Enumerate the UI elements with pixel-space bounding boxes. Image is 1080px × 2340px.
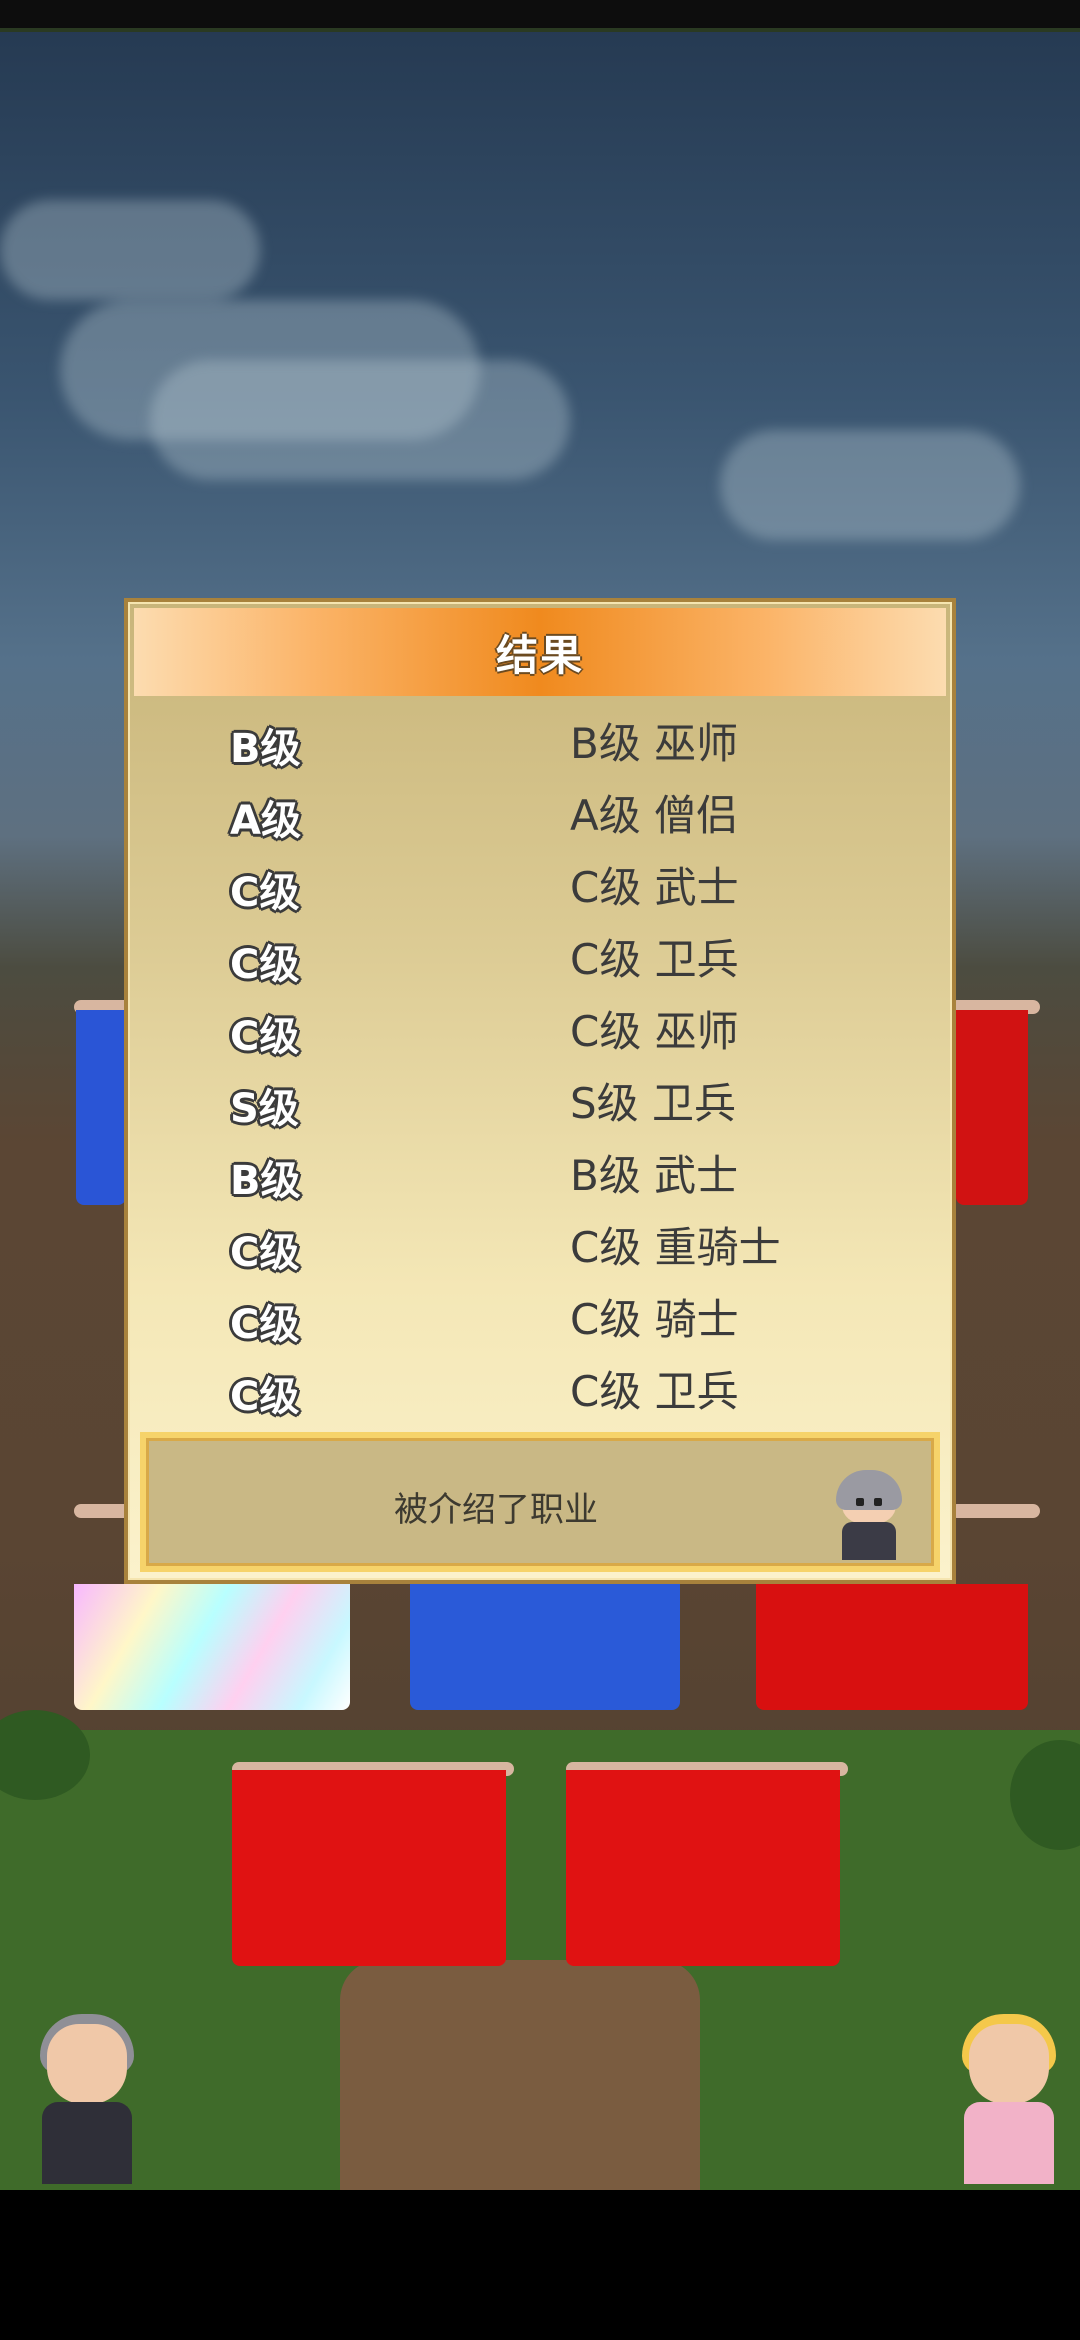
list-item: S级 S级 卫兵 [128,1070,952,1142]
blue-curtain [410,1584,680,1710]
list-item: C级 C级 重骑士 [128,1214,952,1286]
blue-curtain [76,1010,126,1205]
job-result: B级 武士 [570,1151,739,1200]
list-item: C级 C级 骑士 [128,1286,952,1358]
list-item: C级 C级 卫兵 [128,926,952,998]
butler-character [22,2014,152,2184]
cloud [720,430,1020,540]
job-result: C级 卫兵 [570,935,739,984]
grade-badge: C级 [230,1374,300,1420]
job-result: B级 巫师 [570,719,739,768]
grade-badge: C级 [230,1302,300,1348]
list-item: B级 B级 武士 [128,1142,952,1214]
girl-character [944,2014,1074,2184]
dialog-header: 结果 [134,608,946,696]
list-item: C级 C级 巫师 [128,998,952,1070]
list-item: B级 B级 巫师 [128,710,952,782]
list-item: A级 A级 僧侣 [128,782,952,854]
result-dialog: 结果 B级 B级 巫师 A级 A级 僧侣 C级 C级 武士 C级 C级 卫兵 C… [124,598,956,1584]
curtain-rod [950,1504,1040,1518]
message-text: 被介绍了职业 [394,1490,598,1530]
grade-badge: A级 [230,798,301,844]
rainbow-curtain [74,1584,350,1710]
job-result: C级 骑士 [570,1295,739,1344]
list-item: C级 C级 武士 [128,854,952,926]
advisor-avatar [834,1470,904,1560]
job-result: C级 巫师 [570,1007,739,1056]
red-curtain [756,1584,1028,1710]
job-result: C级 重骑士 [570,1223,781,1272]
grade-badge: C级 [230,1014,300,1060]
grade-badge: S级 [230,1086,299,1132]
grade-badge: C级 [230,870,300,916]
grade-badge: C级 [230,1230,300,1276]
job-result: C级 卫兵 [570,1367,739,1416]
job-result: S级 卫兵 [570,1079,737,1128]
grade-badge: C级 [230,942,300,988]
dialog-title: 结果 [495,630,584,680]
grade-badge: B级 [230,726,301,772]
bottom-black-bar [0,2190,1080,2340]
top-bar [0,0,1080,32]
grade-badge: B级 [230,1158,301,1204]
list-item: C级 C级 卫兵 [128,1358,952,1430]
cloud [150,360,570,480]
job-result: C级 武士 [570,863,739,912]
red-curtain [956,1010,1028,1205]
result-list: B级 B级 巫师 A级 A级 僧侣 C级 C级 武士 C级 C级 卫兵 C级 C… [128,710,952,1430]
red-curtain [566,1770,840,1966]
cloud [0,200,260,300]
message-box[interactable]: 被介绍了职业 [140,1432,940,1572]
red-curtain [232,1770,506,1966]
job-result: A级 僧侣 [570,791,739,840]
dirt-path [340,1960,700,2200]
